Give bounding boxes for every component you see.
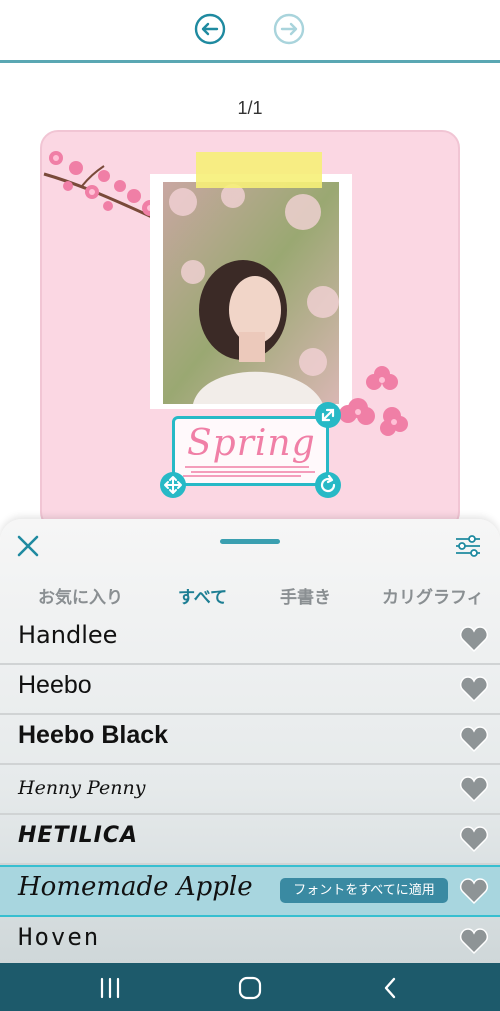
flower-sticker[interactable] (338, 362, 418, 437)
sliders-icon (456, 535, 480, 557)
favorite-heart-icon[interactable] (459, 675, 489, 703)
back-icon (384, 977, 396, 999)
undo-button[interactable] (194, 13, 226, 45)
font-row-hetilica[interactable]: HETILICA (0, 815, 500, 865)
favorite-heart-icon[interactable] (459, 625, 489, 653)
tab-favorites[interactable]: お気に入り (38, 583, 123, 608)
system-nav-bar (0, 963, 500, 1011)
close-button[interactable] (14, 532, 42, 560)
photo-frame[interactable] (150, 174, 352, 409)
tab-handwriting[interactable]: 手書き (280, 583, 331, 608)
font-name: Heebo (18, 671, 92, 699)
resize-handle[interactable] (315, 402, 341, 428)
font-row-heebo[interactable]: Heebo (0, 665, 500, 715)
font-row-homemade-apple[interactable]: Homemade Apple フォントをすべてに適用 (0, 865, 500, 917)
rotate-icon (320, 474, 336, 493)
undo-icon (194, 13, 226, 45)
redo-button[interactable] (273, 13, 305, 45)
recents-icon (100, 977, 120, 999)
favorite-heart-icon[interactable] (459, 877, 489, 905)
rotate-handle[interactable] (315, 472, 341, 498)
tab-all[interactable]: すべて (178, 583, 227, 608)
font-category-tabs: お気に入り すべて 手書き カリグラフィ (0, 579, 500, 609)
font-name: Henny Penny (18, 777, 146, 799)
tape-sticker[interactable] (196, 152, 322, 188)
font-name: Homemade Apple (18, 872, 253, 902)
home-icon (238, 976, 262, 1000)
font-row-heebo-black[interactable]: Heebo Black (0, 715, 500, 765)
filter-button[interactable] (452, 532, 484, 560)
font-row-henny-penny[interactable]: Henny Penny (0, 765, 500, 815)
favorite-heart-icon[interactable] (459, 775, 489, 803)
toolbar-divider (0, 60, 500, 63)
font-name: HETILICA (18, 823, 139, 848)
back-button[interactable] (378, 975, 404, 1001)
move-icon (164, 476, 182, 494)
page-indicator: 1/1 (237, 98, 263, 118)
close-icon (17, 535, 39, 557)
font-picker-sheet: お気に入り すべて 手書き カリグラフィ Handlee Heebo Heebo… (0, 519, 500, 963)
sheet-drag-handle[interactable] (220, 539, 280, 544)
apply-font-to-all-button[interactable]: フォントをすべてに適用 (280, 878, 448, 903)
redo-icon (273, 13, 305, 45)
font-name: Heebo Black (18, 721, 169, 749)
font-name: Hoven (18, 923, 101, 951)
tab-calligraphy[interactable]: カリグラフィ (382, 583, 484, 608)
text-underline-decoration (183, 466, 315, 477)
font-row-handlee[interactable]: Handlee (0, 615, 500, 665)
resize-icon (321, 408, 335, 422)
font-row-hoven[interactable]: Hoven (0, 917, 500, 963)
top-toolbar (0, 0, 500, 60)
favorite-heart-icon[interactable] (459, 927, 489, 955)
selected-text-element[interactable]: Spring (172, 416, 329, 486)
favorite-heart-icon[interactable] (459, 725, 489, 753)
recents-button[interactable] (97, 975, 123, 1001)
font-name: Handlee (18, 621, 118, 649)
home-button[interactable] (237, 975, 263, 1001)
design-canvas[interactable]: Spring (40, 130, 460, 530)
favorite-heart-icon[interactable] (459, 825, 489, 853)
text-element-content[interactable]: Spring (187, 423, 316, 464)
portrait-photo[interactable] (163, 182, 339, 404)
move-handle[interactable] (160, 472, 186, 498)
